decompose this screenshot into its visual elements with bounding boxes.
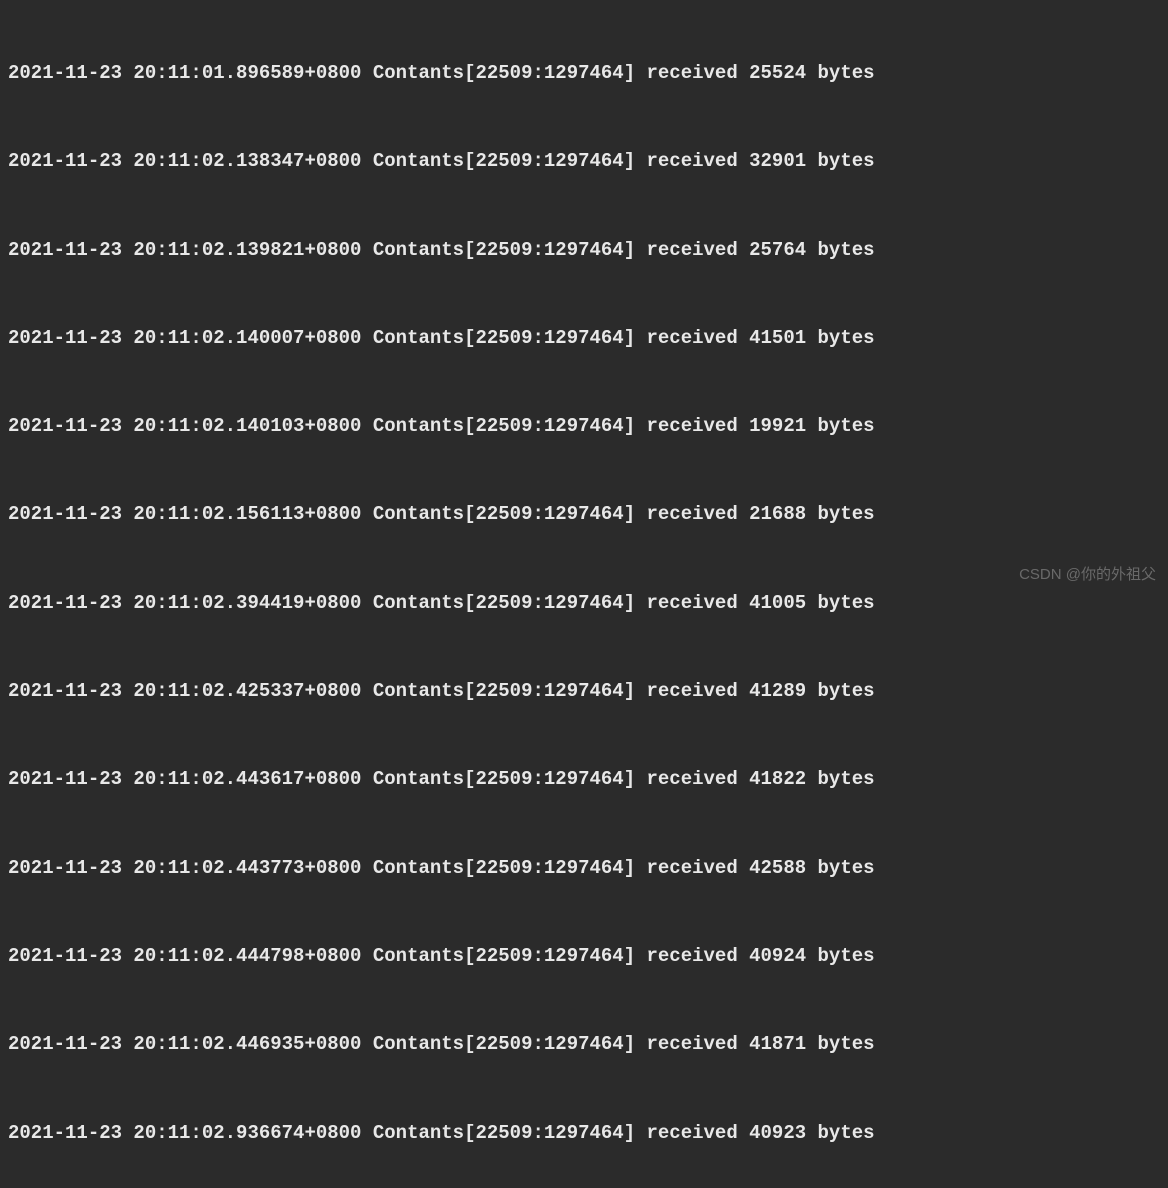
- log-line: 2021-11-23 20:11:02.425337+0800 Contants…: [8, 677, 1160, 706]
- log-line: 2021-11-23 20:11:02.443773+0800 Contants…: [8, 854, 1160, 883]
- watermark-text: CSDN @你的外祖父: [1019, 563, 1156, 586]
- console-log-output: 2021-11-23 20:11:01.896589+0800 Contants…: [8, 0, 1160, 1188]
- log-line: 2021-11-23 20:11:02.394419+0800 Contants…: [8, 589, 1160, 618]
- log-line: 2021-11-23 20:11:01.896589+0800 Contants…: [8, 59, 1160, 88]
- log-line: 2021-11-23 20:11:02.138347+0800 Contants…: [8, 147, 1160, 176]
- log-line: 2021-11-23 20:11:02.140007+0800 Contants…: [8, 324, 1160, 353]
- log-line: 2021-11-23 20:11:02.140103+0800 Contants…: [8, 412, 1160, 441]
- log-line: 2021-11-23 20:11:02.139821+0800 Contants…: [8, 236, 1160, 265]
- log-line: 2021-11-23 20:11:02.444798+0800 Contants…: [8, 942, 1160, 971]
- log-line: 2021-11-23 20:11:02.443617+0800 Contants…: [8, 765, 1160, 794]
- log-line: 2021-11-23 20:11:02.936674+0800 Contants…: [8, 1119, 1160, 1148]
- log-line: 2021-11-23 20:11:02.446935+0800 Contants…: [8, 1030, 1160, 1059]
- log-line: 2021-11-23 20:11:02.156113+0800 Contants…: [8, 500, 1160, 529]
